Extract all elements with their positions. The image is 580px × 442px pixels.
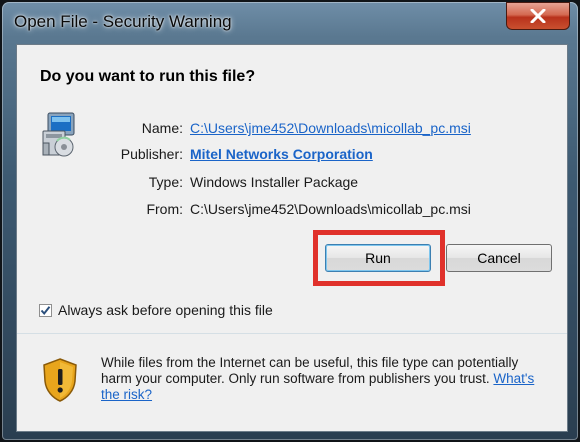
always-ask-option[interactable]: Always ask before opening this file bbox=[39, 302, 273, 318]
run-button[interactable]: Run bbox=[325, 244, 431, 272]
name-link[interactable]: C:\Users\jme452\Downloads\micollab_pc.ms… bbox=[190, 120, 471, 136]
cancel-button[interactable]: Cancel bbox=[446, 244, 552, 272]
checkmark-icon bbox=[40, 305, 51, 315]
warning-text: While files from the Internet can be use… bbox=[101, 355, 541, 403]
publisher-label: Publisher: bbox=[120, 146, 183, 162]
close-icon bbox=[530, 9, 546, 23]
security-shield-icon bbox=[43, 358, 77, 402]
window-title: Open File - Security Warning bbox=[14, 12, 232, 31]
close-button[interactable] bbox=[506, 2, 570, 30]
from-value: C:\Users\jme452\Downloads\micollab_pc.ms… bbox=[190, 201, 471, 217]
title-bar[interactable]: Open File - Security Warning bbox=[2, 2, 578, 44]
type-value: Windows Installer Package bbox=[190, 174, 359, 190]
name-label: Name: bbox=[141, 120, 183, 136]
always-ask-label: Always ask before opening this file bbox=[58, 302, 273, 318]
dialog-body: Do you want to run this file? Name: C:\U… bbox=[16, 44, 568, 432]
type-label: Type: bbox=[148, 174, 183, 190]
security-warning-window: Open File - Security Warning Do you want… bbox=[2, 2, 578, 440]
publisher-link[interactable]: Mitel Networks Corporation bbox=[190, 146, 373, 162]
dialog-question: Do you want to run this file? bbox=[40, 68, 256, 85]
from-label: From: bbox=[146, 201, 183, 217]
warning-panel: While files from the Internet can be use… bbox=[17, 334, 567, 431]
warning-message: While files from the Internet can be use… bbox=[101, 355, 519, 386]
always-ask-checkbox[interactable] bbox=[39, 303, 52, 317]
